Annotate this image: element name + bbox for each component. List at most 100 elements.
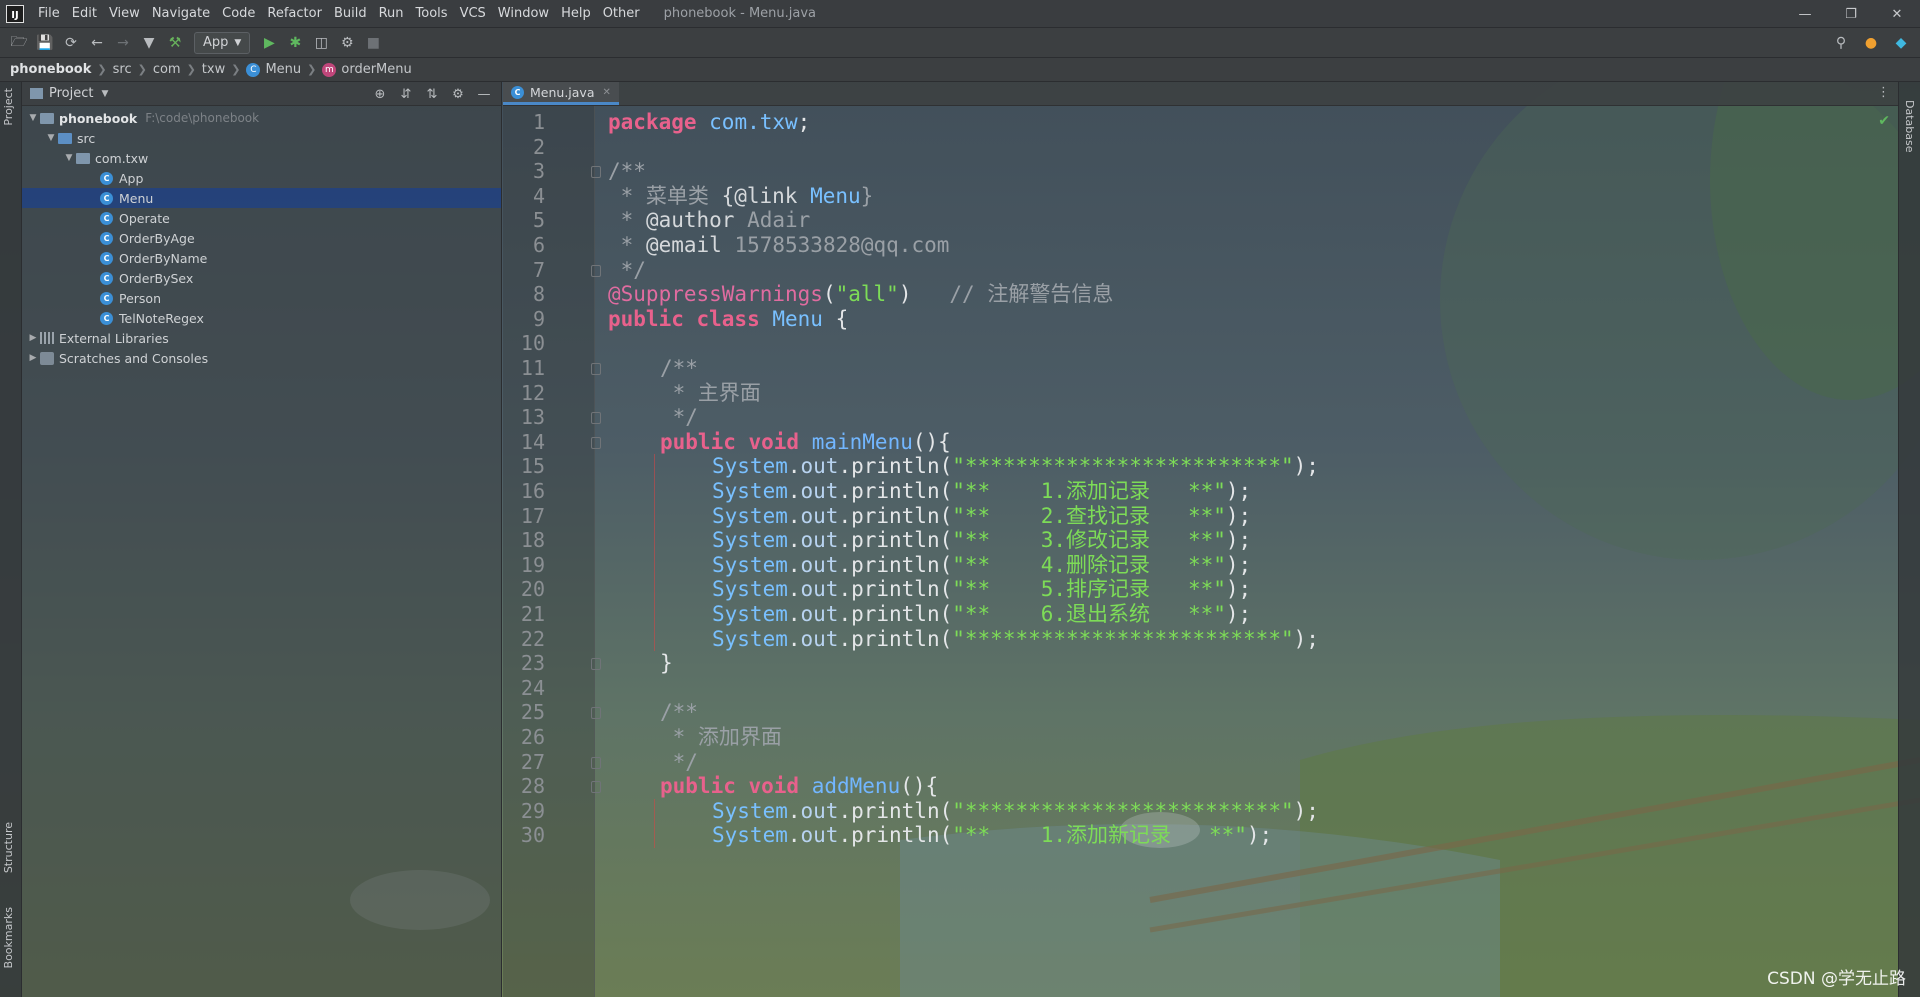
hide-panel-icon[interactable]: — (473, 84, 495, 104)
search-icon[interactable]: ⚲ (1828, 31, 1854, 55)
debug-bug-icon[interactable]: ✱ (282, 31, 308, 55)
menu-file[interactable]: File (32, 0, 66, 28)
expand-all-icon[interactable]: ⇵ (395, 84, 417, 104)
forward-arrow-icon[interactable]: → (110, 31, 136, 55)
chevron-right-icon[interactable]: ▶ (26, 333, 40, 343)
minimize-button[interactable]: — (1782, 0, 1828, 28)
menu-run[interactable]: Run (373, 0, 410, 28)
database-tool-window-tab[interactable]: Database (1903, 100, 1916, 153)
breadcrumb-src[interactable]: src (113, 62, 132, 77)
tree-item-src[interactable]: ▼ src (22, 128, 501, 148)
menu-view[interactable]: View (103, 0, 146, 28)
chevron-down-icon[interactable]: ▼ (101, 89, 108, 99)
locate-file-icon[interactable]: ⊕ (369, 84, 391, 104)
chevron-down-icon[interactable]: ▼ (44, 133, 58, 143)
code-editor[interactable]: package com.txw; /** * 菜单类 {@link Menu} *… (608, 106, 1898, 997)
menu-navigate[interactable]: Navigate (146, 0, 216, 28)
tree-item-scratches[interactable]: ▶ Scratches and Consoles (22, 348, 501, 368)
run-play-icon[interactable]: ▶ (256, 31, 282, 55)
breadcrumb-method[interactable]: orderMenu (341, 62, 411, 77)
breadcrumb-project[interactable]: phonebook (10, 62, 91, 77)
tree-item-class[interactable]: C Operate (22, 208, 501, 228)
code-token: // 注解警告信息 (949, 282, 1114, 307)
coverage-icon[interactable]: ◫ (308, 31, 334, 55)
menu-help[interactable]: Help (555, 0, 597, 28)
menu-code[interactable]: Code (216, 0, 261, 28)
code-token: System (712, 823, 788, 848)
tree-item-class[interactable]: C OrderBySex (22, 268, 501, 288)
more-vertical-icon[interactable]: ⋮ (1877, 85, 1890, 100)
collapse-all-icon[interactable]: ⇅ (421, 84, 443, 104)
fold-toggle-icon[interactable] (591, 166, 601, 179)
fold-toggle-icon[interactable] (591, 658, 601, 671)
fold-toggle-icon[interactable] (591, 363, 601, 375)
close-window-button[interactable]: ✕ (1874, 0, 1920, 28)
class-icon: C (100, 171, 113, 185)
back-arrow-icon[interactable]: ← (84, 31, 110, 55)
chevron-right-icon: ❯ (231, 63, 241, 76)
menu-vcs[interactable]: VCS (454, 0, 492, 28)
class-icon: C (100, 251, 113, 265)
gear-icon[interactable]: ⚙ (447, 84, 469, 104)
fold-toggle-icon[interactable] (591, 781, 601, 794)
tree-item-class[interactable]: C App (22, 168, 501, 188)
fold-toggle-icon[interactable] (591, 264, 601, 277)
code-token: (){ (900, 774, 939, 799)
stop-icon[interactable]: ■ (360, 31, 386, 55)
user-dropdown-icon[interactable]: ▼ (136, 31, 162, 55)
chevron-down-icon[interactable]: ▼ (26, 113, 40, 123)
chevron-right-icon[interactable]: ▶ (26, 353, 40, 363)
breadcrumb-com[interactable]: com (153, 62, 181, 77)
tree-item-class[interactable]: C OrderByName (22, 248, 501, 268)
code-token: * (608, 208, 646, 233)
breadcrumb-txw[interactable]: txw (202, 62, 225, 77)
restore-button[interactable]: ❐ (1828, 0, 1874, 28)
tree-item-class[interactable]: C TelNoteRegex (22, 308, 501, 328)
sync-icon[interactable]: ⟳ (58, 31, 84, 55)
tree-item-label: Operate (119, 210, 170, 226)
fold-toggle-icon[interactable] (591, 707, 601, 720)
save-icon[interactable]: 💾 (32, 31, 58, 55)
menu-edit[interactable]: Edit (66, 0, 103, 28)
code-token: "** 6.退出系统 **" (952, 602, 1226, 626)
tree-item-class[interactable]: C Person (22, 288, 501, 308)
breadcrumb-menu-class[interactable]: Menu (265, 62, 301, 77)
profile-icon[interactable]: ⚙ (334, 31, 360, 55)
code-token: * 主界面 (660, 380, 761, 405)
code-token: .println( (838, 454, 953, 479)
plugin-icon[interactable]: ◆ (1888, 31, 1914, 55)
structure-tool-window-tab[interactable]: Structure (2, 822, 15, 873)
menu-window[interactable]: Window (492, 0, 555, 28)
build-hammer-icon[interactable]: ⚒ (162, 31, 188, 55)
code-line: * @email 1578533828@qq.com (608, 230, 950, 260)
bookmarks-tool-window-tab[interactable]: Bookmarks (2, 907, 15, 968)
code-token: ); (1293, 454, 1319, 479)
code-token: out (800, 626, 839, 651)
close-icon[interactable]: ✕ (602, 87, 610, 98)
menu-refactor[interactable]: Refactor (261, 0, 328, 28)
project-panel-title[interactable]: Project (49, 86, 93, 101)
open-folder-icon[interactable]: 🗁 (6, 31, 32, 55)
chevron-down-icon[interactable]: ▼ (62, 153, 76, 163)
code-token: . (787, 528, 801, 553)
menu-other[interactable]: Other (597, 0, 646, 28)
fold-toggle-icon[interactable] (591, 756, 601, 769)
fold-toggle-icon[interactable] (591, 412, 601, 425)
menu-build[interactable]: Build (328, 0, 373, 28)
tree-item-phonebook[interactable]: ▼ phonebook F:\code\phonebook (22, 108, 501, 128)
project-tool-window-tab[interactable]: Project (2, 88, 15, 126)
menu-tools[interactable]: Tools (410, 0, 454, 28)
code-token: System (712, 528, 788, 553)
inspection-ok-icon[interactable]: ✔ (1878, 113, 1890, 129)
update-icon[interactable]: ● (1858, 31, 1884, 55)
fold-toggle-icon[interactable] (591, 436, 601, 449)
tree-item-class[interactable]: C OrderByAge (22, 228, 501, 248)
code-token: } (860, 183, 874, 208)
line-number-gutter[interactable]: 1 2 3 4 5 6 7 8 9 10 11 12 13 14 15 16 17 18 19 20 21 22 23 24 2… (503, 106, 601, 997)
tree-item-external-libraries[interactable]: ▶ External Libraries (22, 328, 501, 348)
tab-menu-java[interactable]: C Menu.java ✕ (503, 82, 619, 105)
tree-item-package[interactable]: ▼ com.txw (22, 148, 501, 168)
tree-item-class-selected[interactable]: C Menu (22, 188, 501, 208)
code-token: . (787, 454, 801, 479)
run-configuration-select[interactable]: App ▼ (194, 31, 251, 54)
